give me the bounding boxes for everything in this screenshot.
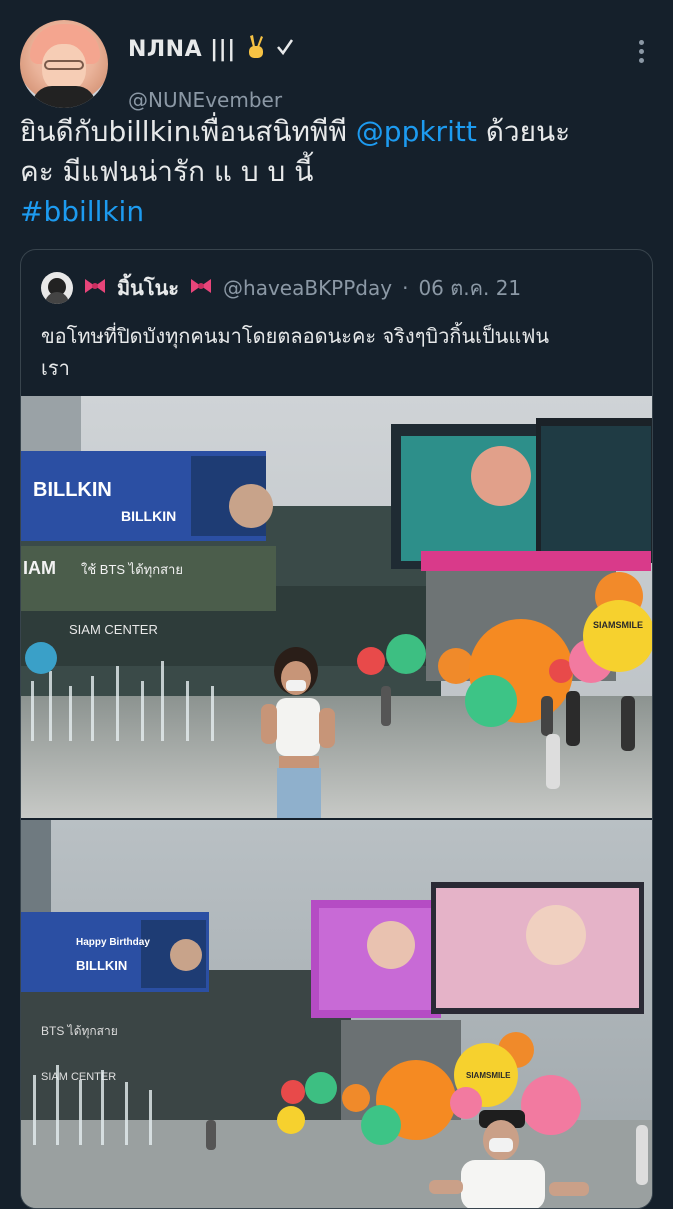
ribbon-bow-icon (189, 276, 213, 300)
mall-sign: SIAM CENTER (41, 1071, 116, 1083)
tweet-line-1: ยินดีกับbillkinเพื่อนสนิทพีพี @ppkritt ด… (20, 112, 655, 152)
balloon (521, 1075, 581, 1135)
billboard-face (170, 939, 202, 971)
billboard-label-1: Happy Birthday (76, 937, 150, 948)
more-vertical-icon (638, 39, 644, 45)
quoted-tweet-date[interactable]: 06 ต.ค. 21 (418, 272, 521, 304)
quoted-tweet-body: ขอโทษที่ปิดบังทุกคนมาโดยตลอดนะคะ จริงๆบิ… (41, 320, 641, 384)
screen-label: BTS ได้ทุกสาย (41, 1024, 118, 1039)
tweet-text-part: ด้วยนะ (476, 115, 571, 148)
billboard-label-2: BILLKIN (121, 508, 176, 524)
balloon (342, 1084, 370, 1112)
ribbon-bow-icon (83, 276, 107, 300)
author-name-decor: ||| (210, 36, 236, 62)
billboard-label-2: BILLKIN (76, 958, 127, 973)
tweet-body: ยินดีกับbillkinเพื่อนสนิทพีพี @ppkritt ด… (20, 112, 655, 232)
hashtag-link[interactable]: #bbillkin (20, 192, 655, 232)
author-avatar[interactable] (20, 20, 108, 108)
quoted-tweet[interactable]: มิ้นโนะ @haveaBKPPday · 06 ต.ค. 21 ขอโทษ… (20, 249, 653, 1209)
screen-face (367, 921, 415, 969)
avatar-glasses (44, 60, 84, 70)
victory-hand-icon (244, 34, 268, 64)
balloon (361, 1105, 401, 1145)
quoted-photo-2[interactable]: Happy Birthday BILLKIN BTS ได้ทุกสาย SIA… (21, 820, 652, 1208)
balloon (438, 648, 474, 684)
meta-separator: · (402, 276, 409, 300)
author-display-name[interactable]: NЛNA (128, 37, 202, 62)
avatar-suit (32, 86, 96, 108)
screen-face (526, 905, 586, 965)
billboard-label-1: BILLKIN (33, 479, 112, 501)
screen-face (471, 446, 531, 506)
tweet-header: NЛNA ||| @NUNEvember (20, 20, 653, 112)
balloon (583, 600, 652, 672)
billboard-face (229, 484, 273, 528)
more-vertical-icon-dot3 (638, 57, 644, 63)
balloon (450, 1087, 482, 1119)
balloon (357, 647, 385, 675)
quoted-author-avatar[interactable] (41, 272, 73, 304)
balloon (386, 634, 426, 674)
more-options-button[interactable] (629, 34, 653, 68)
checkmark-icon (276, 37, 294, 61)
quoted-author-name[interactable]: มิ้นโนะ (117, 272, 179, 304)
author-name-row[interactable]: NЛNA ||| (128, 34, 294, 64)
tweet-line-2: คะ มีแฟนน่ารัก แ บ บ นี้ (20, 155, 314, 188)
quoted-text-line-2: เรา (41, 356, 70, 380)
screen-label: ใช้ BTS ได้ทุกสาย (81, 562, 183, 578)
quoted-author-handle[interactable]: @haveaBKPPday (223, 276, 392, 300)
quoted-text-line-1: ขอโทษที่ปิดบังทุกคนมาโดยตลอดนะคะ จริงๆบิ… (41, 324, 550, 348)
balloon (305, 1072, 337, 1104)
more-vertical-icon-dot2 (638, 48, 644, 54)
author-handle[interactable]: @NUNEvember (128, 88, 282, 112)
tweet-text-part: ยินดีกับbillkinเพื่อนสนิทพีพี (20, 115, 356, 148)
partial-sign: IAM (23, 558, 56, 578)
balloon (25, 642, 57, 674)
mall-sign: SIAM CENTER (69, 622, 158, 637)
balloon (281, 1080, 305, 1104)
quoted-photo-1[interactable]: BILLKIN BILLKIN ใช้ BTS ได้ทุกสาย IAM SI… (21, 396, 652, 818)
quoted-tweet-header: มิ้นโนะ @haveaBKPPday · 06 ต.ค. 21 (41, 272, 521, 304)
balloon-label: SIAMSMILE (593, 620, 643, 630)
mention-link[interactable]: @ppkritt (356, 115, 477, 148)
balloon (277, 1106, 305, 1134)
balloon-label: SIAMSMILE (466, 1071, 511, 1080)
balloon (465, 675, 517, 727)
